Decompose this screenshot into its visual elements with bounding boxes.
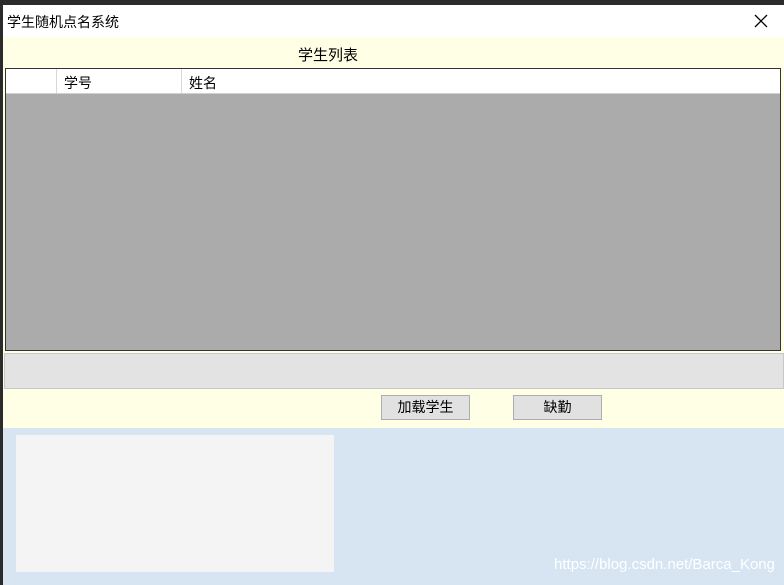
watermark-text: https://blog.csdn.net/Barca_Kong [554, 556, 775, 573]
close-icon [754, 14, 768, 28]
column-header-student-id-label: 学号 [64, 76, 92, 92]
app-window: 学生随机点名系统 学生列表 学号 姓名 加载学生 缺勤 https://blog… [3, 5, 784, 585]
display-box [16, 435, 334, 572]
column-header-name[interactable]: 姓名 [182, 69, 780, 93]
column-header-name-label: 姓名 [189, 76, 217, 92]
bottom-panel: https://blog.csdn.net/Barca_Kong [3, 428, 784, 585]
load-students-button[interactable]: 加载学生 [381, 395, 470, 420]
column-header-student-id[interactable]: 学号 [57, 69, 182, 93]
title-bar: 学生随机点名系统 [3, 5, 784, 37]
close-button[interactable] [738, 5, 784, 37]
student-list-title: 学生列表 [298, 46, 359, 64]
status-panel [4, 353, 784, 389]
grid-header: 学号 姓名 [6, 69, 780, 94]
grid-row-header-column[interactable] [6, 69, 57, 93]
window-title: 学生随机点名系统 [7, 15, 119, 31]
absent-button[interactable]: 缺勤 [513, 395, 602, 420]
student-grid[interactable]: 学号 姓名 [5, 68, 781, 351]
